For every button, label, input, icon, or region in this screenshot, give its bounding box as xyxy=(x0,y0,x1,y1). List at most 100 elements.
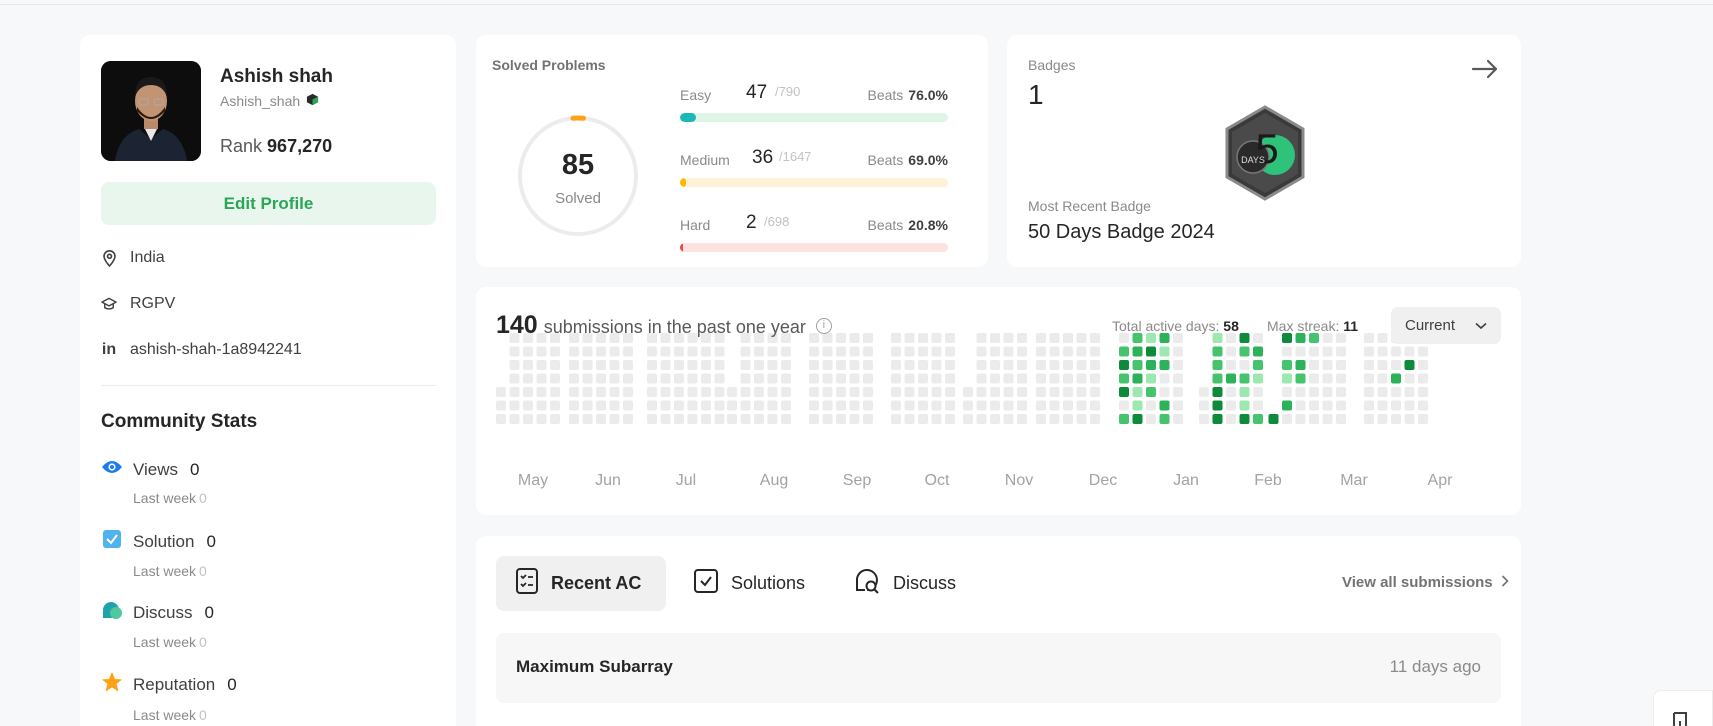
heatmap-cell[interactable] xyxy=(523,346,533,357)
heatmap-cell[interactable] xyxy=(945,387,955,397)
heatmap-cell[interactable] xyxy=(1119,414,1129,424)
heatmap-cell[interactable] xyxy=(1377,333,1388,343)
heatmap-cell[interactable] xyxy=(660,400,671,411)
heatmap-cell[interactable] xyxy=(891,346,901,357)
heatmap-cell[interactable] xyxy=(945,333,955,343)
heatmap-cell[interactable] xyxy=(509,387,520,397)
heatmap-cell[interactable] xyxy=(836,400,846,411)
heatmap-cell[interactable] xyxy=(945,414,955,424)
heatmap-cell[interactable] xyxy=(1049,360,1060,370)
heatmap-cell[interactable] xyxy=(1253,346,1263,357)
heatmap-cell[interactable] xyxy=(727,387,737,397)
heatmap-cell[interactable] xyxy=(523,414,533,424)
heatmap-cell[interactable] xyxy=(1295,360,1306,370)
heatmap-cell[interactable] xyxy=(822,400,833,411)
heatmap-cell[interactable] xyxy=(1377,414,1388,424)
heatmap-cell[interactable] xyxy=(701,360,711,370)
heatmap-cell[interactable] xyxy=(1295,400,1306,411)
heatmap-cell[interactable] xyxy=(509,346,520,357)
heatmap-cell[interactable] xyxy=(1309,414,1319,424)
heatmap-cell[interactable] xyxy=(1364,400,1374,411)
heatmap-cell[interactable] xyxy=(701,373,711,384)
heatmap-cell[interactable] xyxy=(1239,414,1250,424)
heatmap-cell[interactable] xyxy=(1282,400,1292,411)
heatmap-cell[interactable] xyxy=(1309,360,1319,370)
heatmap-cell[interactable] xyxy=(1404,373,1415,384)
heatmap-cell[interactable] xyxy=(674,387,684,397)
heatmap-cell[interactable] xyxy=(1146,346,1156,357)
heatmap-cell[interactable] xyxy=(1336,373,1346,384)
heatmap-cell[interactable] xyxy=(1377,373,1388,384)
heatmap-cell[interactable] xyxy=(918,400,928,411)
heatmap-cell[interactable] xyxy=(1076,400,1087,411)
heatmap-cell[interactable] xyxy=(863,373,873,384)
heatmap-cell[interactable] xyxy=(1173,333,1183,343)
heatmap-cell[interactable] xyxy=(822,414,833,424)
heatmap-cell[interactable] xyxy=(647,373,657,384)
heatmap-cell[interactable] xyxy=(1253,400,1263,411)
heatmap-cell[interactable] xyxy=(931,400,942,411)
heatmap-cell[interactable] xyxy=(1049,387,1060,397)
heatmap-cell[interactable] xyxy=(1295,333,1306,343)
heatmap-cell[interactable] xyxy=(740,360,751,370)
heatmap-cell[interactable] xyxy=(569,400,579,411)
heatmap-cell[interactable] xyxy=(1003,400,1014,411)
heatmap-cell[interactable] xyxy=(1119,346,1129,357)
linkedin-row[interactable]: in ashish-shah-1a8942241 xyxy=(101,341,302,359)
heatmap-cell[interactable] xyxy=(1364,387,1374,397)
heatmap-cell[interactable] xyxy=(550,400,560,411)
heatmap-cell[interactable] xyxy=(569,360,579,370)
heatmap-cell[interactable] xyxy=(891,414,901,424)
heatmap-cell[interactable] xyxy=(781,360,791,370)
heatmap-cell[interactable] xyxy=(990,387,1000,397)
avatar[interactable] xyxy=(101,61,201,161)
heatmap-cell[interactable] xyxy=(1076,333,1087,343)
heatmap-cell[interactable] xyxy=(536,400,547,411)
heatmap-cell[interactable] xyxy=(740,414,751,424)
heatmap-cell[interactable] xyxy=(767,414,778,424)
heatmap-cell[interactable] xyxy=(1418,400,1428,411)
heatmap-cell[interactable] xyxy=(863,414,873,424)
heatmap-cell[interactable] xyxy=(1049,333,1060,343)
heatmap-cell[interactable] xyxy=(1322,333,1333,343)
heatmap-cell[interactable] xyxy=(904,346,915,357)
heatmap-cell[interactable] xyxy=(918,333,928,343)
heatmap-cell[interactable] xyxy=(1063,414,1073,424)
heatmap-cell[interactable] xyxy=(1282,414,1292,424)
heatmap-cell[interactable] xyxy=(1146,414,1156,424)
heatmap-cell[interactable] xyxy=(931,373,942,384)
heatmap-cell[interactable] xyxy=(609,373,620,384)
heatmap-cell[interactable] xyxy=(1295,346,1306,357)
heatmap-cell[interactable] xyxy=(701,400,711,411)
heatmap-cell[interactable] xyxy=(569,414,579,424)
view-all-label[interactable]: View all submissions xyxy=(1342,574,1493,591)
heatmap-cell[interactable] xyxy=(1173,387,1183,397)
heatmap-cell[interactable] xyxy=(1132,387,1143,397)
heatmap-cell[interactable] xyxy=(1076,414,1087,424)
heatmap-cell[interactable] xyxy=(1322,373,1333,384)
heatmap-cell[interactable] xyxy=(1119,387,1129,397)
heatmap-cell[interactable] xyxy=(990,346,1000,357)
heatmap-cell[interactable] xyxy=(1017,373,1027,384)
heatmap-cell[interactable] xyxy=(863,346,873,357)
heatmap-cell[interactable] xyxy=(687,414,698,424)
submission-problem-title[interactable]: Maximum Subarray xyxy=(516,657,673,677)
heatmap-cell[interactable] xyxy=(1404,400,1415,411)
heatmap-cell[interactable] xyxy=(1076,387,1087,397)
heatmap-cell[interactable] xyxy=(1322,387,1333,397)
heatmap-cell[interactable] xyxy=(1226,414,1236,424)
heatmap-cell[interactable] xyxy=(945,346,955,357)
heatmap-cell[interactable] xyxy=(1063,346,1073,357)
heatmap-cell[interactable] xyxy=(523,400,533,411)
heatmap-cell[interactable] xyxy=(596,400,606,411)
heatmap-cell[interactable] xyxy=(836,360,846,370)
heatmap-cell[interactable] xyxy=(849,414,860,424)
heatmap-cell[interactable] xyxy=(781,414,791,424)
heatmap-cell[interactable] xyxy=(536,387,547,397)
heatmap-cell[interactable] xyxy=(740,346,751,357)
heatmap-cell[interactable] xyxy=(1090,414,1100,424)
heatmap-cell[interactable] xyxy=(1282,387,1292,397)
heatmap-cell[interactable] xyxy=(767,360,778,370)
heatmap-cell[interactable] xyxy=(1391,346,1401,357)
heatmap-cell[interactable] xyxy=(1003,346,1014,357)
